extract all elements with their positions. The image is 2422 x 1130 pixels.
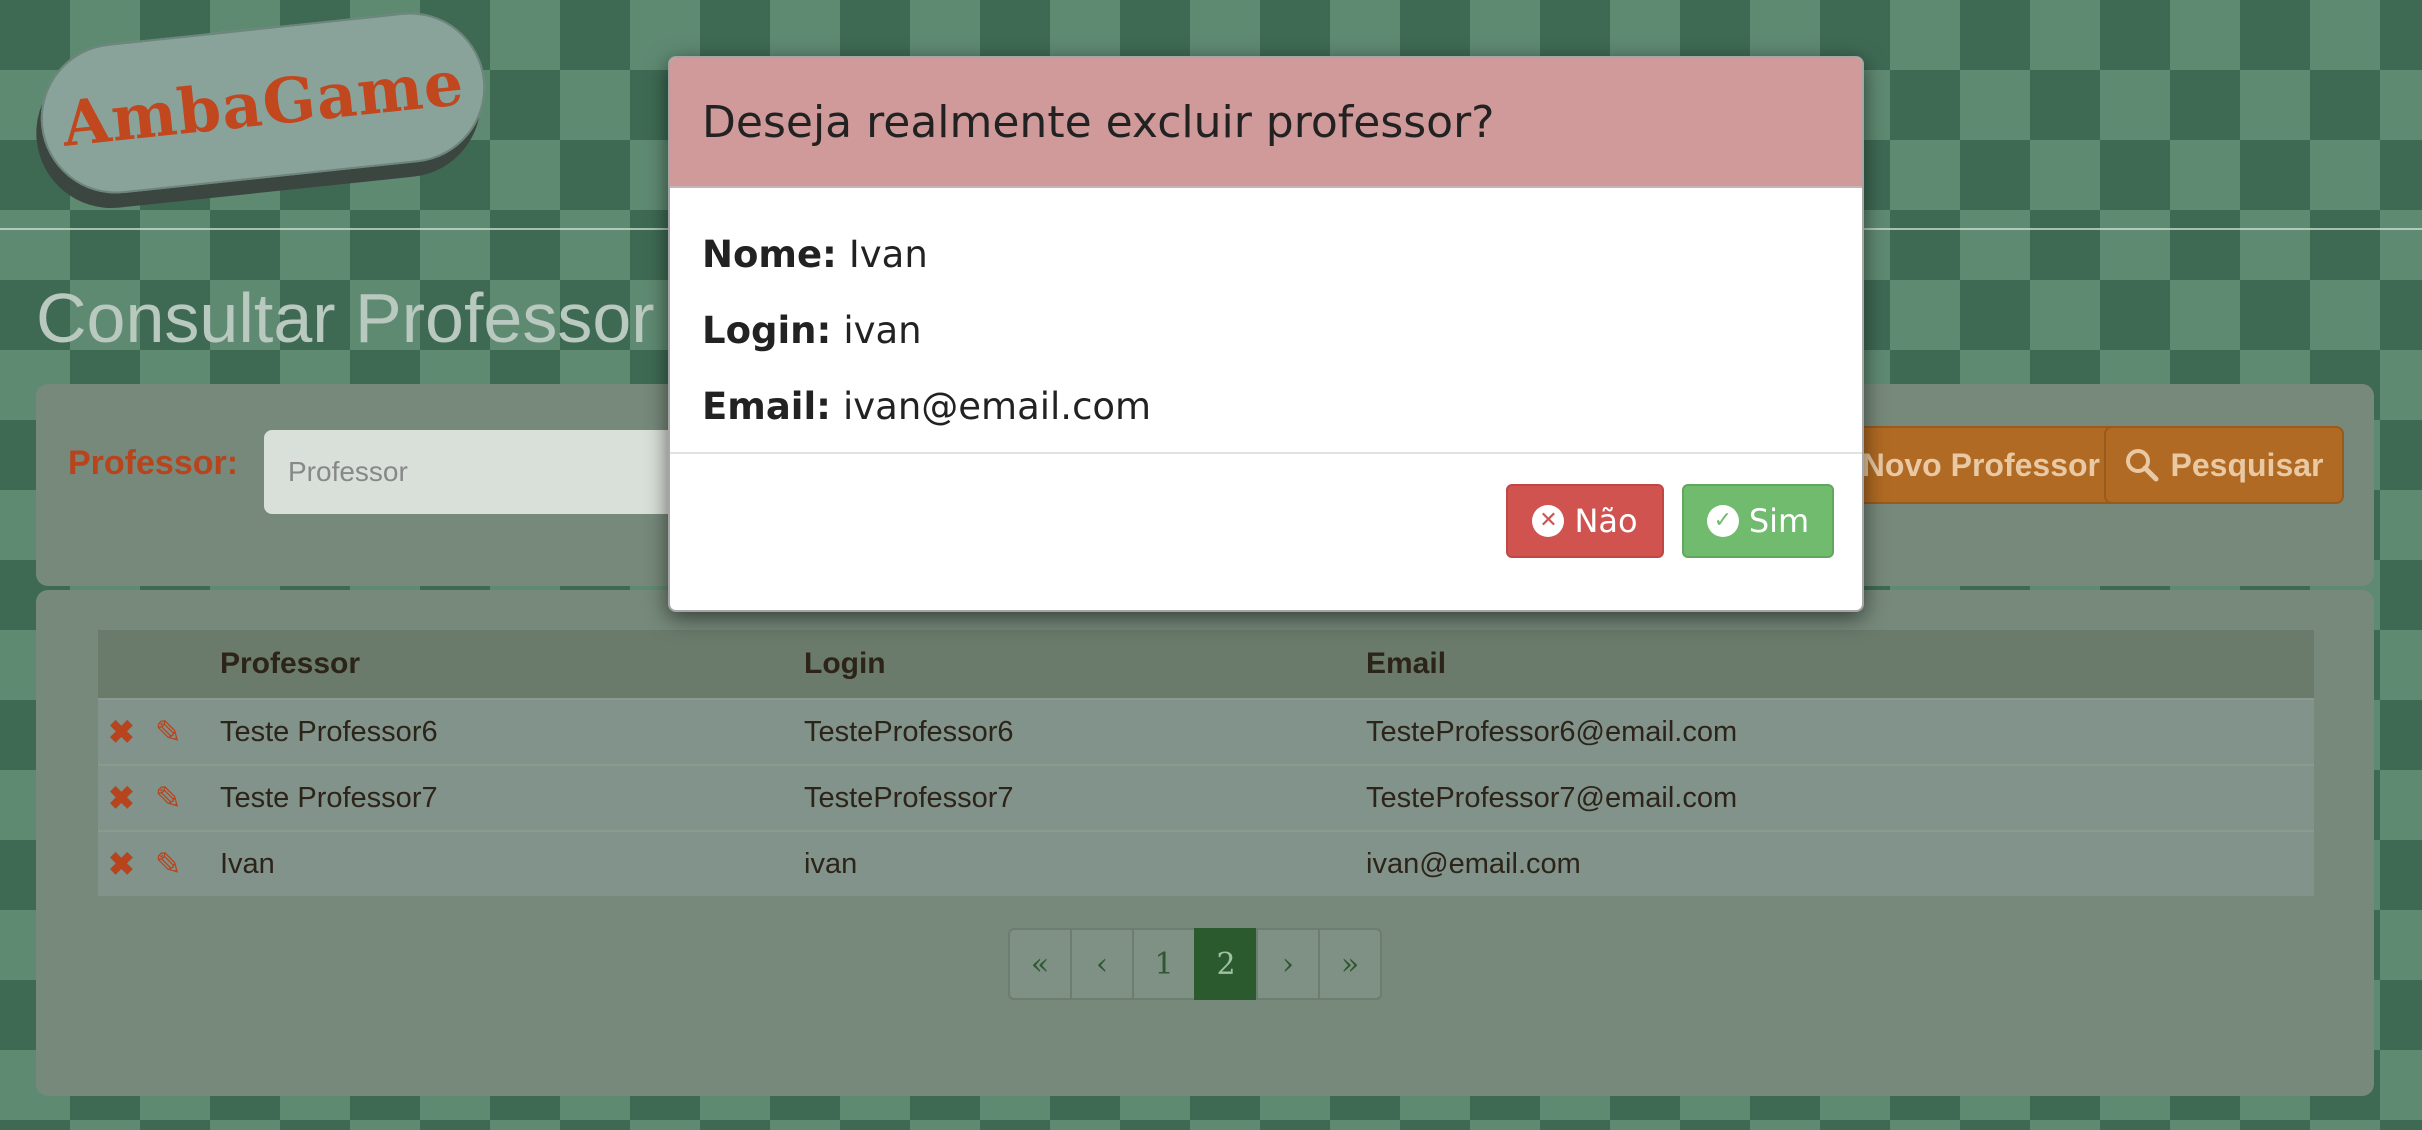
page-2-button[interactable]: 2 xyxy=(1194,928,1258,1000)
cell-login: TesteProfessor7 xyxy=(803,764,1365,831)
professor-table: Professor Login Email ✖ ✎ Teste Professor… xyxy=(98,630,2314,896)
field-value: ivan@email.com xyxy=(842,384,1152,428)
logo[interactable]: AmbaGame xyxy=(33,5,493,201)
cell-professor: Teste Professor7 xyxy=(219,764,803,831)
table-row: ✖ ✎ Teste Professor7 TesteProfessor7 Test… xyxy=(98,764,2314,831)
delete-confirm-modal: Deseja realmente excluir professor? Nome… xyxy=(668,56,1864,612)
field-label: Login: xyxy=(702,308,832,352)
page-prev-button[interactable]: ‹ xyxy=(1070,928,1134,1000)
delete-icon[interactable]: ✖ xyxy=(108,846,135,882)
modal-body: Nome: Ivan Login: ivan Email: ivan@email… xyxy=(670,188,1862,454)
column-header-login: Login xyxy=(803,630,1365,699)
pagination: « ‹ 1 2 › » xyxy=(1008,928,1382,1000)
logo-text: AmbaGame xyxy=(58,45,468,161)
field-value: ivan xyxy=(843,308,922,352)
delete-icon[interactable]: ✖ xyxy=(108,714,135,750)
search-label: Professor: xyxy=(68,444,239,482)
search-icon xyxy=(2125,449,2159,482)
delete-icon[interactable]: ✖ xyxy=(108,780,135,816)
modal-field-email: Email: ivan@email.com xyxy=(702,368,1830,444)
modal-footer: ✕ Não ✓ Sim xyxy=(670,454,1862,610)
cell-email: ivan@email.com xyxy=(1365,830,2314,896)
actions-column-header xyxy=(98,630,219,699)
search-button-label: Pesquisar xyxy=(2170,446,2324,483)
page-title: Consultar Professor xyxy=(36,279,655,357)
cell-login: TesteProfessor6 xyxy=(803,698,1365,765)
field-label: Email: xyxy=(702,384,831,428)
field-label: Nome: xyxy=(702,232,837,276)
page-1-button[interactable]: 1 xyxy=(1132,928,1196,1000)
no-button-label: Não xyxy=(1574,502,1638,540)
page-last-button[interactable]: » xyxy=(1318,928,1382,1000)
cell-email: TesteProfessor6@email.com xyxy=(1365,698,2314,765)
table-header-row: Professor Login Email xyxy=(98,630,2314,699)
modal-header: Deseja realmente excluir professor? xyxy=(670,58,1862,188)
row-actions: ✖ ✎ xyxy=(98,698,219,765)
pencil-icon[interactable]: ✎ xyxy=(155,846,182,882)
modal-title: Deseja realmente excluir professor? xyxy=(702,96,1495,148)
pencil-icon[interactable]: ✎ xyxy=(155,780,182,816)
cell-login: ivan xyxy=(803,830,1365,896)
yes-button[interactable]: ✓ Sim xyxy=(1682,484,1834,558)
table-row: ✖ ✎ Teste Professor6 TesteProfessor6 Test… xyxy=(98,698,2314,765)
cell-professor: Teste Professor6 xyxy=(219,698,803,765)
no-button[interactable]: ✕ Não xyxy=(1506,484,1664,558)
field-value: Ivan xyxy=(848,232,928,276)
times-circle-icon: ✕ xyxy=(1532,505,1565,537)
row-actions: ✖ ✎ xyxy=(98,830,219,896)
column-header-professor: Professor xyxy=(219,630,803,699)
table-row: ✖ ✎ Ivan ivan ivan@email.com xyxy=(98,830,2314,896)
column-header-email: Email xyxy=(1365,630,2314,699)
cell-professor: Ivan xyxy=(219,830,803,896)
page-first-button[interactable]: « xyxy=(1008,928,1072,1000)
search-button[interactable]: Pesquisar xyxy=(2104,426,2344,504)
check-circle-icon: ✓ xyxy=(1706,505,1739,537)
cell-email: TesteProfessor7@email.com xyxy=(1365,764,2314,831)
pencil-icon[interactable]: ✎ xyxy=(155,714,182,750)
yes-button-label: Sim xyxy=(1748,502,1810,540)
page-next-button[interactable]: › xyxy=(1256,928,1320,1000)
modal-field-nome: Nome: Ivan xyxy=(702,216,1830,292)
new-professor-button[interactable]: Novo Professor xyxy=(1826,426,2128,504)
new-professor-label: Novo Professor xyxy=(1861,446,2100,483)
modal-field-login: Login: ivan xyxy=(702,292,1830,368)
row-actions: ✖ ✎ xyxy=(98,764,219,831)
results-panel: Professor Login Email ✖ ✎ Teste Professor… xyxy=(36,590,2374,1096)
